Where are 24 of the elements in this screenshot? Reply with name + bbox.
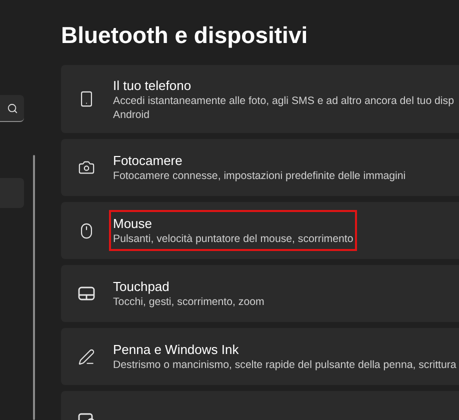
card-title: Touchpad — [113, 278, 170, 295]
search-icon — [6, 102, 18, 114]
card-title: Fotocamere — [113, 152, 184, 169]
card-description: Android — [113, 108, 151, 122]
pen-icon — [78, 348, 95, 366]
card-title: Mouse — [113, 215, 154, 232]
card-title: Penna e Windows Ink — [113, 341, 240, 358]
card-description: Fotocamere connesse, impostazioni predefinite delle immagini — [113, 169, 406, 183]
card-description: Tocchi, gesti, scorrimento, zoom — [113, 295, 264, 309]
settings-card[interactable]: Fotocamere Fotocamere connesse, impostazioni predefinite delle immagini — [61, 139, 459, 196]
page-title: Bluetooth e dispositivi — [61, 21, 309, 50]
touchpad-icon — [78, 286, 95, 301]
card-title: Il tuo telefono — [113, 76, 192, 94]
phone-icon — [78, 90, 95, 108]
settings-card[interactable]: Touchpad Tocchi, gesti, scorrimento, zoom — [61, 265, 459, 322]
mouse-icon — [78, 222, 95, 240]
card-description: Accedi istantaneamente alle foto, agli SMS e ad altro ancora del tuo disp — [113, 94, 454, 108]
card-description: Destrismo o mancinismo, scelte rapide del pulsante della penna, scrittura — [113, 358, 456, 372]
settings-card[interactable]: Penna e Windows Ink Destrismo o mancinismo, scelte rapide del pulsante della penna, scrittura — [61, 328, 459, 385]
settings-card[interactable]: Il tuo telefono Accedi istantaneamente alle foto, agli SMS e ad altro ancora del tuo disp Android — [61, 65, 459, 133]
search-button[interactable] — [0, 95, 24, 122]
scrollbar[interactable] — [33, 155, 35, 420]
settings-card[interactable]: Mouse Pulsanti, velocità puntatore del mouse, scorrimento — [61, 202, 459, 259]
card-description: Pulsanti, velocità puntatore del mouse, scorrimento — [113, 232, 354, 246]
